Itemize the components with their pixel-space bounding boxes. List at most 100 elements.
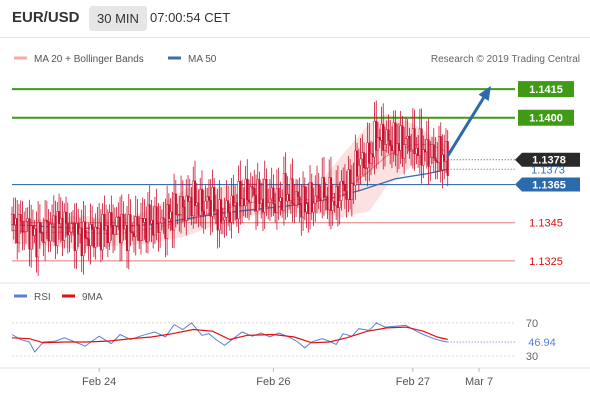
candle-body	[89, 224, 92, 247]
candle-body	[45, 220, 48, 222]
price-panel	[10, 85, 515, 276]
candle-body	[42, 232, 45, 243]
candle-body	[239, 181, 242, 207]
candle-body	[110, 212, 113, 226]
candle-body	[413, 128, 416, 154]
candle-body	[328, 177, 331, 211]
candle-body	[310, 182, 313, 213]
candle-body	[26, 218, 29, 222]
candle-body	[444, 141, 448, 162]
candle-body	[164, 219, 167, 239]
candle-body	[209, 199, 212, 217]
candle-body	[446, 141, 449, 177]
candle-body	[369, 153, 373, 164]
candle-body	[78, 227, 82, 235]
candle-body	[193, 180, 197, 206]
candle-body	[230, 195, 233, 223]
pivot-label: 1.1365	[532, 180, 566, 192]
candle-body	[150, 220, 153, 224]
candle-body	[425, 139, 428, 153]
candle-body	[28, 218, 31, 250]
candle-body	[85, 237, 88, 240]
candle-body	[84, 221, 87, 239]
candle-body	[241, 198, 244, 207]
candle-body	[132, 232, 136, 237]
candle-body	[157, 223, 160, 233]
candle-body	[382, 124, 385, 151]
candle-body	[380, 124, 383, 141]
candle-body	[319, 198, 322, 201]
candle-body	[119, 216, 122, 244]
candle-body	[49, 223, 52, 242]
candle-body	[143, 218, 146, 223]
candle-body	[300, 204, 303, 218]
time-tick-label: Feb 27	[396, 376, 430, 388]
support-label: 1.1325	[529, 256, 563, 268]
ma20-legend-label: MA 20 + Bollinger Bands	[34, 54, 144, 65]
chart-canvas: MA 20 + Bollinger Bands MA 50 Research ©…	[0, 54, 590, 388]
candle-body	[166, 204, 169, 239]
candle-body	[347, 169, 350, 200]
candle-body	[427, 139, 430, 167]
candle-body	[307, 203, 310, 215]
candle-body	[14, 218, 17, 225]
candle-body	[333, 200, 336, 206]
candle-body	[134, 216, 137, 237]
candle-body	[342, 180, 345, 185]
candle-body	[390, 145, 393, 152]
candle-body	[190, 196, 193, 217]
candle-body	[31, 225, 34, 236]
candle-body	[148, 204, 151, 224]
candle-body	[249, 186, 252, 203]
candle-body	[335, 186, 338, 206]
candle-body	[401, 125, 404, 159]
candle-body	[363, 152, 366, 169]
candle-body	[383, 144, 387, 151]
candle-body	[303, 186, 306, 213]
candle-body	[138, 224, 141, 241]
candle-body	[244, 178, 247, 206]
candle-body	[389, 140, 392, 146]
candle-body	[404, 138, 407, 145]
candle-body	[202, 210, 205, 216]
candle-body	[253, 187, 256, 196]
candle-body	[199, 189, 202, 216]
candle-body	[439, 136, 442, 171]
ma9-legend-label: 9MA	[82, 292, 103, 303]
candle-body	[286, 194, 289, 202]
candle-body	[186, 195, 190, 202]
candle-body	[73, 222, 76, 251]
candle-body	[70, 223, 73, 233]
candle-body	[324, 196, 327, 198]
candle-body	[424, 149, 427, 153]
candle-body	[139, 217, 143, 241]
candle-body	[397, 143, 400, 151]
candle-body	[58, 211, 61, 225]
candle-body	[66, 222, 69, 236]
candle-body	[87, 238, 90, 247]
candle-body	[366, 142, 369, 169]
candle-body	[204, 200, 207, 216]
price-legend: MA 20 + Bollinger Bands MA 50 Research ©…	[14, 54, 580, 65]
candle-body	[159, 222, 162, 233]
candle-body	[256, 179, 259, 212]
candle-body	[322, 177, 326, 198]
candle-body	[260, 198, 263, 204]
candle-body	[56, 211, 59, 246]
candle-body	[136, 216, 139, 226]
price-axis: 1.14151.14001.13781.13731.13651.13451.13…	[515, 81, 580, 268]
candle-body	[232, 195, 235, 206]
candle-body	[37, 221, 40, 258]
candle-body	[171, 211, 174, 231]
time-tick-label: Feb 24	[82, 376, 116, 388]
candle-body	[181, 196, 184, 208]
rsi-tick-label: 70	[526, 318, 538, 330]
candle-body	[218, 199, 221, 231]
candle-body	[106, 225, 109, 243]
candle-body	[192, 180, 195, 217]
candle-body	[183, 207, 186, 221]
candle-body	[124, 225, 127, 230]
candle-body	[298, 196, 301, 205]
ma50-legend-label: MA 50	[188, 54, 217, 65]
candle-body	[113, 225, 116, 235]
